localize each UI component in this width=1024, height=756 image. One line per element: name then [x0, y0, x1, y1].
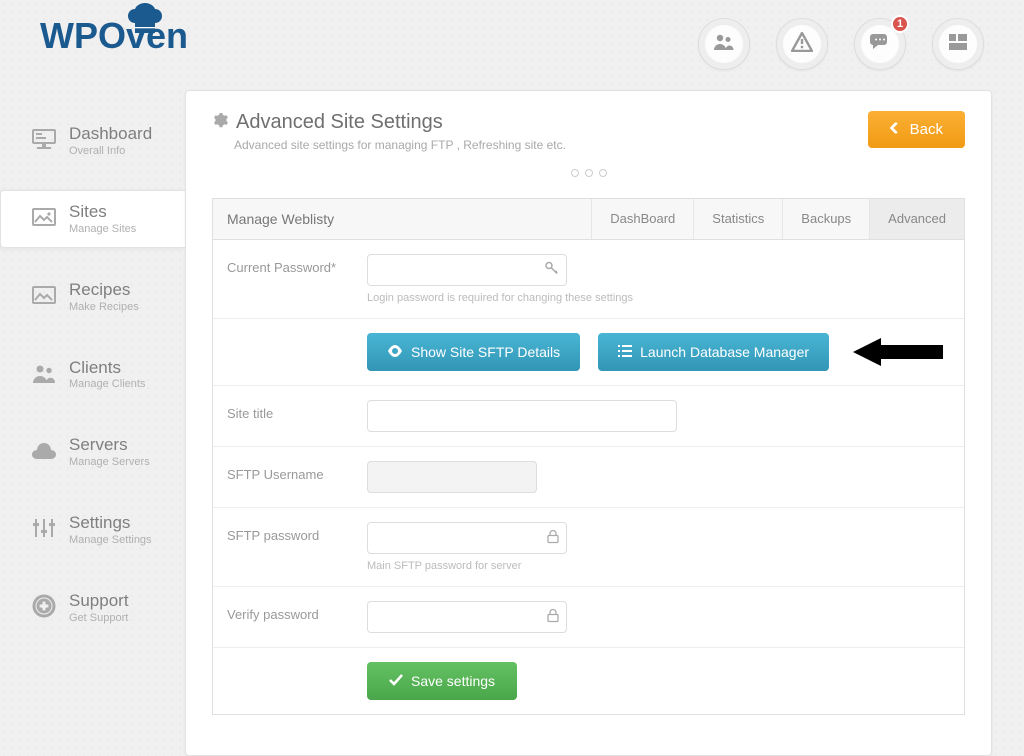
current-password-hint: Login password is required for changing … — [367, 292, 950, 304]
settings-icon — [31, 517, 57, 539]
site-title-label: Site title — [227, 400, 367, 432]
verify-password-label: Verify password — [227, 601, 367, 633]
people-icon — [713, 33, 735, 56]
sidebar-item-sublabel: Manage Sites — [69, 223, 136, 235]
sidebar-item-settings[interactable]: Settings Manage Settings — [0, 501, 185, 559]
sftp-username-label: SFTP Username — [227, 461, 367, 493]
manage-label: Manage Weblisty — [213, 199, 591, 239]
check-icon — [389, 673, 403, 689]
current-password-input[interactable] — [367, 254, 567, 286]
messages-badge: 1 — [891, 15, 909, 33]
warning-icon — [791, 32, 813, 57]
arrow-annotation-icon — [853, 334, 949, 370]
grid-icon — [948, 33, 968, 56]
tab-backups[interactable]: Backups — [782, 199, 869, 239]
settings-form: Current Password* Login password is requ… — [212, 240, 965, 715]
sftp-username-input — [367, 461, 537, 493]
chat-icon — [869, 32, 891, 57]
sidebar-item-label: Recipes — [69, 281, 139, 299]
tabs-bar: Manage Weblisty DashBoard Statistics Bac… — [212, 198, 965, 240]
header-actions: 1 — [698, 18, 984, 70]
sidebar-item-sublabel: Get Support — [69, 612, 129, 624]
alert-icon-button[interactable] — [776, 18, 828, 70]
gear-icon — [212, 111, 228, 134]
sidebar: Dashboard Overall Info Sites Manage Site… — [0, 90, 185, 756]
messages-icon-button[interactable]: 1 — [854, 18, 906, 70]
page-subtitle: Advanced site settings for managing FTP … — [234, 138, 566, 152]
sidebar-item-recipes[interactable]: Recipes Make Recipes — [0, 268, 185, 326]
sidebar-item-label: Servers — [69, 436, 150, 454]
lock-icon — [547, 530, 559, 547]
launch-database-manager-button[interactable]: Launch Database Manager — [598, 333, 829, 371]
sidebar-item-label: Settings — [69, 514, 152, 532]
dashboard-icon — [31, 128, 57, 150]
sidebar-item-sites[interactable]: Sites Manage Sites — [0, 190, 186, 248]
sidebar-item-sublabel: Manage Servers — [69, 456, 150, 468]
key-icon — [545, 262, 559, 279]
lock-icon — [547, 609, 559, 626]
pager-dots — [212, 164, 965, 182]
logo[interactable]: WPOven — [40, 15, 188, 57]
recipes-icon — [31, 284, 57, 306]
list-icon — [618, 344, 632, 360]
sidebar-item-servers[interactable]: Servers Manage Servers — [0, 423, 185, 481]
sites-icon — [31, 206, 57, 228]
back-icon — [890, 121, 904, 138]
sidebar-item-label: Dashboard — [69, 125, 152, 143]
site-title-input[interactable] — [367, 400, 677, 432]
logo-wp: WP — [40, 15, 98, 56]
content-panel: Advanced Site Settings Advanced site set… — [185, 90, 992, 756]
tab-advanced[interactable]: Advanced — [869, 199, 964, 239]
sidebar-item-label: Clients — [69, 359, 145, 377]
grid-icon-button[interactable] — [932, 18, 984, 70]
sidebar-item-clients[interactable]: Clients Manage Clients — [0, 346, 185, 404]
account-icon-button[interactable] — [698, 18, 750, 70]
sftp-password-input[interactable] — [367, 522, 567, 554]
sidebar-item-label: Support — [69, 592, 129, 610]
page-title: Advanced Site Settings — [212, 111, 566, 134]
sidebar-item-dashboard[interactable]: Dashboard Overall Info — [0, 112, 185, 170]
current-password-label: Current Password* — [227, 254, 367, 304]
sftp-password-label: SFTP password — [227, 522, 367, 572]
sftp-password-hint: Main SFTP password for server — [367, 560, 950, 572]
servers-icon — [31, 439, 57, 461]
back-button[interactable]: Back — [868, 111, 965, 148]
support-icon — [31, 595, 57, 617]
tab-statistics[interactable]: Statistics — [693, 199, 782, 239]
sidebar-item-label: Sites — [69, 203, 136, 221]
sidebar-item-support[interactable]: Support Get Support — [0, 579, 185, 637]
verify-password-input[interactable] — [367, 601, 567, 633]
sidebar-item-sublabel: Make Recipes — [69, 301, 139, 313]
sidebar-item-sublabel: Manage Clients — [69, 378, 145, 390]
topbar: WPOven 1 — [0, 0, 1024, 90]
save-settings-button[interactable]: Save settings — [367, 662, 517, 700]
sidebar-item-sublabel: Overall Info — [69, 145, 152, 157]
clients-icon — [31, 362, 57, 384]
eye-icon — [387, 344, 403, 360]
sidebar-item-sublabel: Manage Settings — [69, 534, 152, 546]
show-sftp-details-button[interactable]: Show Site SFTP Details — [367, 333, 580, 371]
chef-hat-icon — [126, 3, 164, 33]
tab-dashboard[interactable]: DashBoard — [591, 199, 693, 239]
